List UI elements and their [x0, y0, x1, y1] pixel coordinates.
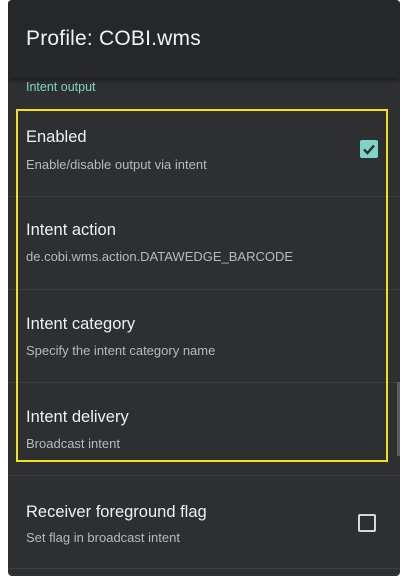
- pref-title: Intent delivery: [26, 408, 129, 426]
- pref-receiver-foreground-flag[interactable]: Receiver foreground flag Set flag in bro…: [8, 476, 400, 568]
- pref-intent-action[interactable]: Intent action de.cobi.wms.action.DATAWED…: [8, 197, 400, 289]
- pref-title: Enabled: [26, 128, 87, 146]
- section-header-intent-output: Intent output: [26, 80, 96, 94]
- page-title: Profile: COBI.wms: [26, 27, 201, 50]
- pref-title: Intent category: [26, 315, 136, 333]
- pref-title: Intent action: [26, 221, 116, 239]
- pref-summary: Broadcast intent: [26, 436, 120, 451]
- pref-intent-category[interactable]: Intent category Specify the intent categ…: [8, 290, 400, 382]
- settings-screen: Profile: COBI.wms Intent output Enabled …: [8, 0, 400, 576]
- pref-summary: Enable/disable output via intent: [26, 157, 207, 172]
- pref-title: Receiver foreground flag: [26, 503, 207, 521]
- scrollbar[interactable]: [397, 382, 400, 456]
- pref-summary: Specify the intent category name: [26, 343, 216, 358]
- app-bar: Profile: COBI.wms: [8, 0, 400, 78]
- receiver-foreground-checkbox[interactable]: [358, 514, 376, 532]
- pref-summary: de.cobi.wms.action.DATAWEDGE_BARCODE: [26, 249, 294, 264]
- enabled-checkbox[interactable]: [360, 140, 378, 158]
- check-icon: [363, 144, 375, 155]
- divider: [8, 568, 400, 569]
- pref-summary: Set flag in broadcast intent: [26, 530, 180, 545]
- pref-enabled[interactable]: Enabled Enable/disable output via intent: [8, 110, 400, 202]
- pref-intent-delivery[interactable]: Intent delivery Broadcast intent: [8, 383, 400, 475]
